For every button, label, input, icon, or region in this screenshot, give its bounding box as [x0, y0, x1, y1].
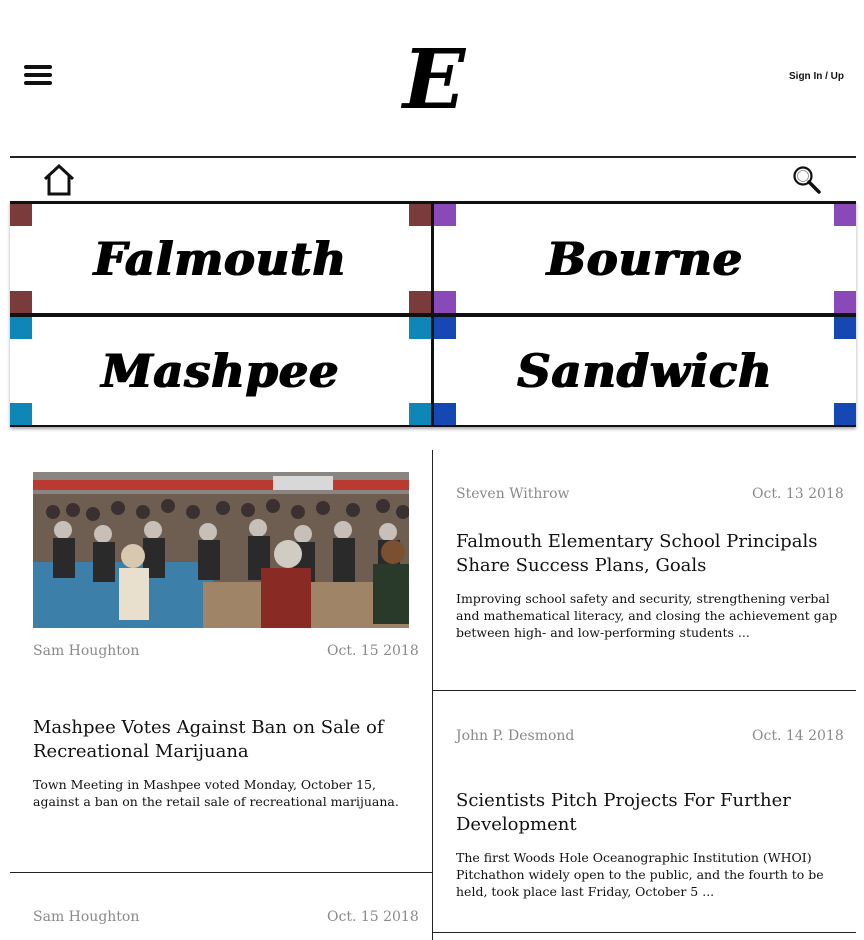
- corner-accent: [434, 291, 456, 313]
- article-author[interactable]: John P. Desmond: [456, 728, 574, 744]
- town-name: Bourne: [547, 231, 743, 286]
- search-icon[interactable]: [792, 165, 822, 195]
- row-divider: [432, 690, 856, 691]
- corner-accent: [834, 204, 856, 226]
- corner-accent: [409, 291, 431, 313]
- corner-accent: [834, 403, 856, 425]
- header-divider: [10, 156, 856, 158]
- row-divider: [10, 872, 432, 873]
- site-logo[interactable]: E: [392, 36, 476, 120]
- row-divider: [432, 932, 856, 933]
- town-tile-sandwich[interactable]: Sandwich: [434, 317, 856, 425]
- site-header: E Sign In / Up: [0, 0, 864, 157]
- article-date: Oct. 14 2018: [752, 728, 844, 744]
- corner-accent: [409, 317, 431, 339]
- article-author[interactable]: Steven Withrow: [456, 486, 570, 502]
- article-photo-town-meeting[interactable]: [33, 472, 409, 628]
- home-icon[interactable]: [42, 164, 76, 196]
- article-summary: The first Woods Hole Oceanographic Insti…: [456, 850, 824, 899]
- corner-accent: [409, 204, 431, 226]
- town-tile-bourne[interactable]: Bourne: [434, 204, 856, 313]
- town-tile-mashpee[interactable]: Mashpee: [10, 317, 431, 425]
- corner-accent: [434, 403, 456, 425]
- logo-letter: E: [401, 36, 467, 120]
- town-tile-falmouth[interactable]: Falmouth: [10, 204, 431, 313]
- article-author[interactable]: Sam Houghton: [33, 909, 139, 925]
- corner-accent: [10, 317, 32, 339]
- corner-accent: [834, 291, 856, 313]
- corner-accent: [434, 317, 456, 339]
- article-date: Oct. 15 2018: [327, 909, 419, 925]
- town-name: Sandwich: [517, 344, 773, 398]
- article-headline[interactable]: Scientists Pitch Projects For Further De…: [456, 789, 846, 837]
- article-summary: Improving school safety and security, st…: [456, 591, 838, 640]
- corner-accent: [10, 204, 32, 226]
- article-date: Oct. 15 2018: [327, 643, 419, 659]
- corner-accent: [10, 403, 32, 425]
- toolbar: [10, 159, 856, 201]
- sign-in-link[interactable]: Sign In / Up: [789, 71, 844, 82]
- town-grid: Falmouth Bourne Mashpee Sandwich: [10, 201, 856, 427]
- article-date: Oct. 13 2018: [752, 486, 844, 502]
- town-name: Falmouth: [94, 231, 347, 286]
- hamburger-menu-icon[interactable]: [24, 65, 52, 85]
- corner-accent: [834, 317, 856, 339]
- town-name: Mashpee: [101, 344, 340, 398]
- article-summary: Town Meeting in Mashpee voted Monday, Oc…: [33, 777, 399, 809]
- corner-accent: [10, 291, 32, 313]
- article-author[interactable]: Sam Houghton: [33, 643, 139, 659]
- column-divider: [432, 450, 433, 940]
- corner-accent: [409, 403, 431, 425]
- corner-accent: [434, 204, 456, 226]
- article-headline[interactable]: Falmouth Elementary School Principals Sh…: [456, 530, 846, 578]
- article-headline[interactable]: Mashpee Votes Against Ban on Sale of Rec…: [33, 716, 413, 764]
